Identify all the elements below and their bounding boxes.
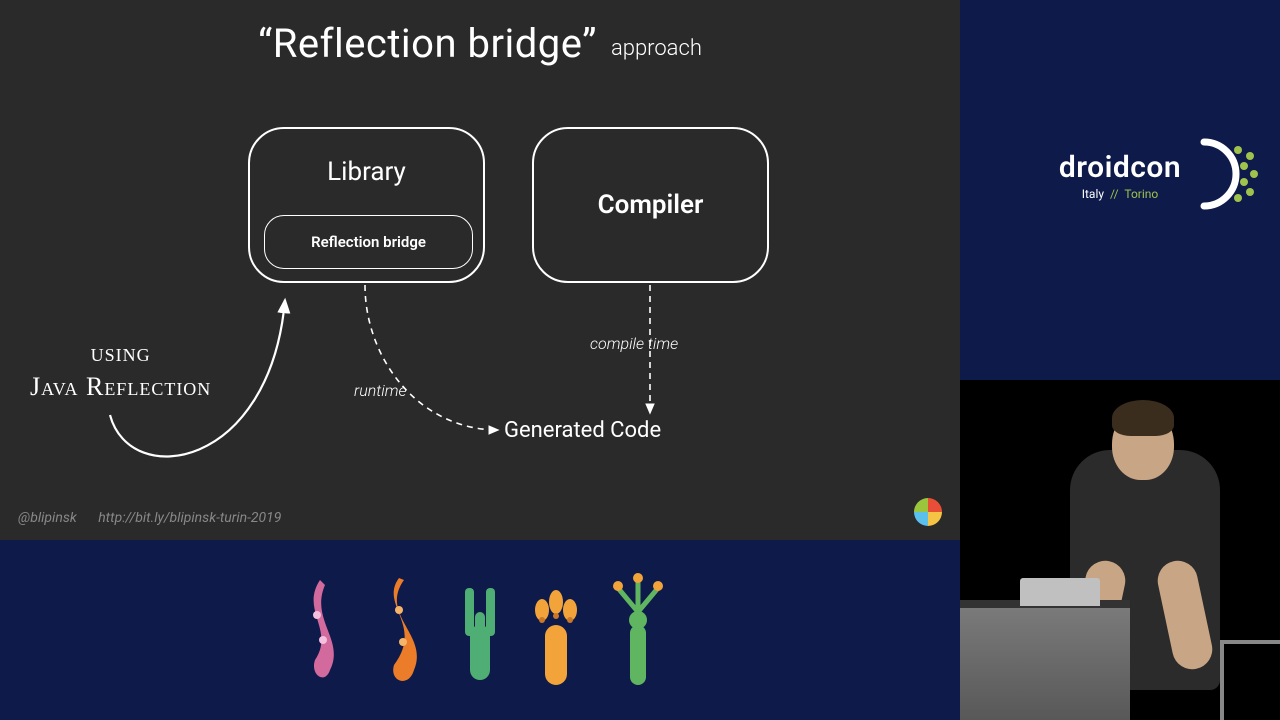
slide-title-row: “Reflection bridge” approach xyxy=(0,20,960,67)
handwritten-line2: Java Reflection xyxy=(30,370,211,404)
droidcon-logo: droidcon Italy // Torino xyxy=(1010,150,1230,201)
handwritten-annotation: using Java Reflection xyxy=(30,336,211,404)
droidcon-bracket-icon xyxy=(1198,136,1258,212)
laptop xyxy=(1020,578,1100,606)
decorative-hands-strip xyxy=(0,540,960,720)
compile-time-label: compile time xyxy=(590,334,678,353)
library-box: Library Reflection bridge xyxy=(248,127,485,283)
droidcon-location: Italy // Torino xyxy=(1010,187,1230,201)
rock-hand-green-icon xyxy=(453,570,503,690)
paw-orange-icon xyxy=(527,570,582,690)
diagram-arrows xyxy=(0,0,960,540)
slide-title-sub: approach xyxy=(611,36,702,61)
footer-link: http://bit.ly/blipinsk-turin-2019 xyxy=(98,510,281,526)
slide-footer: @blipinsk http://bit.ly/blipinsk-turin-2… xyxy=(18,510,281,526)
tentacle-pink-icon xyxy=(295,570,345,690)
footer-handle: @blipinsk xyxy=(18,510,77,526)
reflection-bridge-label: Reflection bridge xyxy=(311,233,426,251)
loc-italy: Italy xyxy=(1082,187,1104,201)
droidcon-word: droidcon xyxy=(1010,150,1230,185)
runtime-label: runtime xyxy=(354,381,407,400)
presentation-slide: “Reflection bridge” approach Library Ref… xyxy=(0,0,960,540)
library-label: Library xyxy=(250,157,483,187)
compiler-box: Compiler xyxy=(532,127,769,283)
slide-corner-logo-icon xyxy=(914,498,942,526)
handwritten-line1: using xyxy=(30,336,211,370)
loc-torino: Torino xyxy=(1124,187,1158,201)
generated-code-label: Generated Code xyxy=(504,418,661,443)
compiler-label: Compiler xyxy=(598,190,704,220)
reflection-bridge-inner-box: Reflection bridge xyxy=(264,215,473,269)
stage: “Reflection bridge” approach Library Ref… xyxy=(0,0,1280,720)
alien-hand-green-icon xyxy=(606,570,666,690)
speaker-video-inset xyxy=(960,380,1280,720)
slide-title-main: “Reflection bridge” xyxy=(258,20,597,67)
loc-sep: // xyxy=(1110,187,1119,201)
speaker-hair xyxy=(1112,400,1174,436)
tentacle-orange-icon xyxy=(369,570,429,690)
stage-rail xyxy=(1220,640,1280,720)
podium xyxy=(960,600,1130,720)
